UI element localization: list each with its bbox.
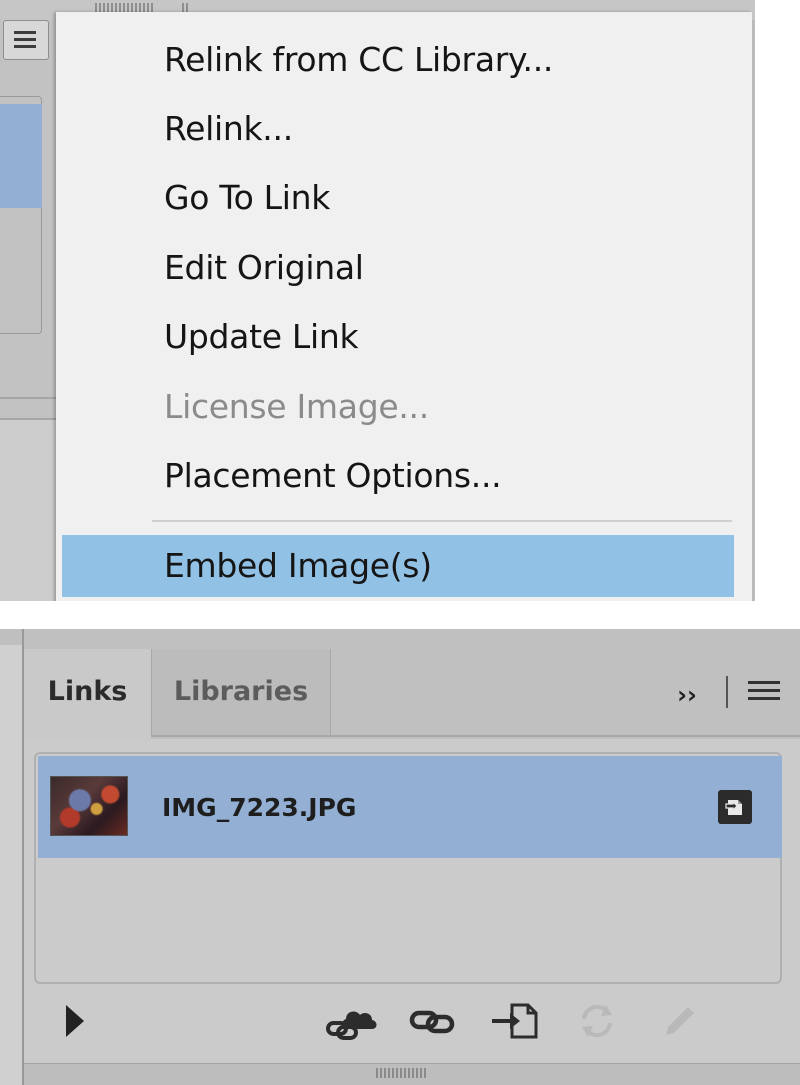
menu-separator [152,520,732,522]
relink-from-cc-library-icon[interactable] [322,999,380,1043]
menu-item-embed-images[interactable]: Embed Image(s) [62,535,734,597]
go-to-link-icon[interactable] [486,999,544,1043]
tab-libraries[interactable]: Libraries [151,649,331,735]
relink-icon[interactable] [406,999,464,1043]
panel-overflow-button[interactable]: ›› [669,677,705,713]
update-link-icon [572,999,630,1043]
link-row[interactable]: IMG_7223.JPG [38,756,782,858]
background-selected-row [0,104,42,208]
tab-bar-divider [151,735,800,737]
menu-item-relink-from-cc-library[interactable]: Relink from CC Library... [56,29,752,91]
tab-bar: Links Libraries ›› [24,629,800,741]
embed-link-icon [718,790,752,824]
links-list: IMG_7223.JPG [34,752,782,984]
menu-item-license-image: License Image... [164,387,429,426]
background-panel [0,0,755,601]
menu-item-edit-original[interactable]: Edit Original [56,237,752,299]
tab-bar-separator [726,676,728,708]
menu-item-update-link[interactable]: Update Link [56,306,752,368]
links-panel-screenshot: Links Libraries ›› IMG_7223.JPG [0,629,800,1085]
links-toolbar [24,989,800,1059]
background-divider [0,397,56,399]
background-panel-menu-icon[interactable] [3,20,49,60]
show-info-triangle-icon[interactable] [54,999,112,1043]
link-file-name: IMG_7223.JPG [162,793,357,822]
background-lower-area [0,420,56,601]
resize-grip[interactable] [376,1068,426,1078]
panel-resize-strip[interactable] [24,1063,800,1085]
menu-item-placement-options[interactable]: Placement Options... [56,445,752,507]
links-panel: Links Libraries ›› IMG_7223.JPG [22,629,800,1085]
context-menu: Relink from CC Library... Relink... Go T… [56,12,752,601]
edit-original-icon [654,999,712,1043]
menu-item-relink[interactable]: Relink... [56,98,752,160]
image-thumbnail [50,776,128,836]
panel-menu-icon[interactable] [748,681,782,705]
tab-links[interactable]: Links [24,649,151,741]
double-chevron-right-icon: ›› [677,681,697,709]
menu-item-go-to-link[interactable]: Go To Link [56,167,752,229]
context-menu-screenshot: Relink from CC Library... Relink... Go T… [0,0,755,601]
